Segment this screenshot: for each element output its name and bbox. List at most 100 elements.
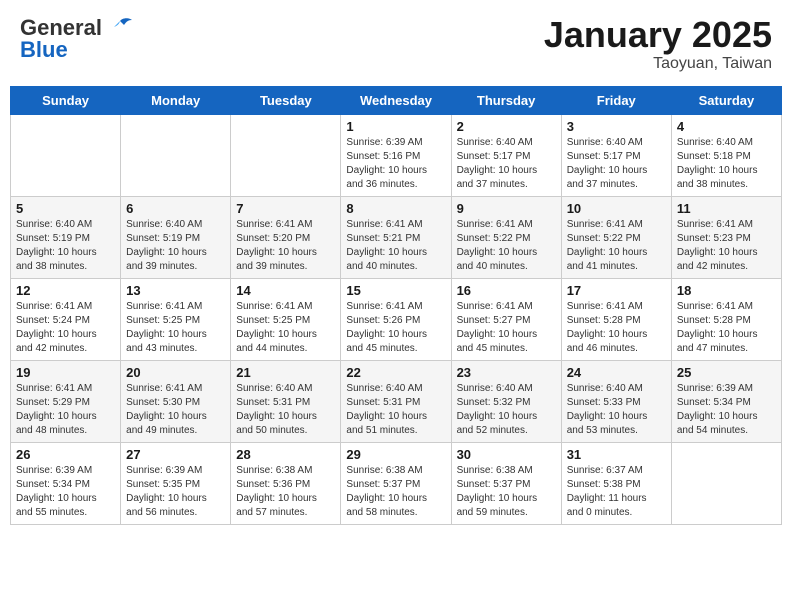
calendar-day-cell [121,114,231,196]
day-number: 31 [567,447,666,462]
logo-blue-text: Blue [20,37,68,63]
calendar-day-cell: 27 Sunrise: 6:39 AM Sunset: 5:35 PM Dayli… [121,442,231,524]
day-number: 7 [236,201,335,216]
day-info: Sunrise: 6:41 AM Sunset: 5:27 PM Dayligh… [457,300,556,356]
day-number: 21 [236,365,335,380]
day-info: Sunrise: 6:38 AM Sunset: 5:37 PM Dayligh… [457,464,556,520]
day-number: 5 [16,201,115,216]
day-number: 14 [236,283,335,298]
day-info: Sunrise: 6:41 AM Sunset: 5:26 PM Dayligh… [346,300,445,356]
day-info: Sunrise: 6:40 AM Sunset: 5:19 PM Dayligh… [16,218,115,274]
calendar-day-cell: 6 Sunrise: 6:40 AM Sunset: 5:19 PM Daylig… [121,196,231,278]
calendar-day-cell: 16Sunrise: 6:41 AM Sunset: 5:27 PM Dayli… [451,278,561,360]
day-info: Sunrise: 6:41 AM Sunset: 5:25 PM Dayligh… [126,300,225,356]
calendar-week-row: 1Sunrise: 6:39 AM Sunset: 5:16 PM Daylig… [11,114,782,196]
day-info: Sunrise: 6:40 AM Sunset: 5:19 PM Dayligh… [126,218,225,274]
day-info: Sunrise: 6:41 AM Sunset: 5:30 PM Dayligh… [126,382,225,438]
weekday-header: Wednesday [341,86,451,114]
day-info: Sunrise: 6:39 AM Sunset: 5:16 PM Dayligh… [346,136,445,192]
calendar-day-cell: 20 Sunrise: 6:41 AM Sunset: 5:30 PM Dayli… [121,360,231,442]
day-info: Sunrise: 6:41 AM Sunset: 5:22 PM Dayligh… [457,218,556,274]
day-info: Sunrise: 6:40 AM Sunset: 5:18 PM Dayligh… [677,136,776,192]
calendar-day-cell: 25 Sunrise: 6:39 AM Sunset: 5:34 PM Dayli… [671,360,781,442]
day-number: 11 [677,201,776,216]
day-info: Sunrise: 6:38 AM Sunset: 5:37 PM Dayligh… [346,464,445,520]
day-number: 10 [567,201,666,216]
day-info: Sunrise: 6:40 AM Sunset: 5:17 PM Dayligh… [457,136,556,192]
day-info: Sunrise: 6:41 AM Sunset: 5:23 PM Dayligh… [677,218,776,274]
day-number: 20 [126,365,225,380]
calendar-day-cell: 21Sunrise: 6:40 AM Sunset: 5:31 PM Dayli… [231,360,341,442]
calendar-day-cell: 3 Sunrise: 6:40 AM Sunset: 5:17 PM Daylig… [561,114,671,196]
day-number: 24 [567,365,666,380]
weekday-header: Monday [121,86,231,114]
logo: General Blue [20,15,134,63]
calendar-day-cell: 29Sunrise: 6:38 AM Sunset: 5:37 PM Dayli… [341,442,451,524]
day-info: Sunrise: 6:41 AM Sunset: 5:25 PM Dayligh… [236,300,335,356]
calendar-day-cell: 11 Sunrise: 6:41 AM Sunset: 5:23 PM Dayli… [671,196,781,278]
weekday-header: Saturday [671,86,781,114]
day-number: 3 [567,119,666,134]
calendar-day-cell: 23Sunrise: 6:40 AM Sunset: 5:32 PM Dayli… [451,360,561,442]
day-number: 26 [16,447,115,462]
day-info: Sunrise: 6:40 AM Sunset: 5:33 PM Dayligh… [567,382,666,438]
calendar-day-cell: 15 Sunrise: 6:41 AM Sunset: 5:26 PM Dayli… [341,278,451,360]
calendar-week-row: 12Sunrise: 6:41 AM Sunset: 5:24 PM Dayli… [11,278,782,360]
calendar-day-cell: 26 Sunrise: 6:39 AM Sunset: 5:34 PM Dayli… [11,442,121,524]
day-info: Sunrise: 6:39 AM Sunset: 5:34 PM Dayligh… [677,382,776,438]
calendar-day-cell: 19Sunrise: 6:41 AM Sunset: 5:29 PM Dayli… [11,360,121,442]
day-info: Sunrise: 6:41 AM Sunset: 5:24 PM Dayligh… [16,300,115,356]
weekday-header: Friday [561,86,671,114]
calendar-day-cell: 9 Sunrise: 6:41 AM Sunset: 5:22 PM Daylig… [451,196,561,278]
calendar-week-row: 5 Sunrise: 6:40 AM Sunset: 5:19 PM Daylig… [11,196,782,278]
calendar-subtitle: Taoyuan, Taiwan [544,55,772,73]
day-info: Sunrise: 6:41 AM Sunset: 5:29 PM Dayligh… [16,382,115,438]
calendar-day-cell: 1Sunrise: 6:39 AM Sunset: 5:16 PM Daylig… [341,114,451,196]
calendar-day-cell: 10 Sunrise: 6:41 AM Sunset: 5:22 PM Dayli… [561,196,671,278]
calendar-day-cell [231,114,341,196]
calendar-day-cell: 24 Sunrise: 6:40 AM Sunset: 5:33 PM Dayli… [561,360,671,442]
day-info: Sunrise: 6:41 AM Sunset: 5:21 PM Dayligh… [346,218,445,274]
day-number: 27 [126,447,225,462]
day-number: 17 [567,283,666,298]
day-number: 18 [677,283,776,298]
weekday-header: Sunday [11,86,121,114]
day-number: 6 [126,201,225,216]
day-number: 28 [236,447,335,462]
day-number: 25 [677,365,776,380]
weekday-header: Tuesday [231,86,341,114]
calendar-week-row: 26 Sunrise: 6:39 AM Sunset: 5:34 PM Dayli… [11,442,782,524]
day-number: 22 [346,365,445,380]
day-info: Sunrise: 6:41 AM Sunset: 5:22 PM Dayligh… [567,218,666,274]
day-info: Sunrise: 6:39 AM Sunset: 5:34 PM Dayligh… [16,464,115,520]
calendar-day-cell: 22 Sunrise: 6:40 AM Sunset: 5:31 PM Dayli… [341,360,451,442]
day-info: Sunrise: 6:41 AM Sunset: 5:28 PM Dayligh… [567,300,666,356]
day-number: 2 [457,119,556,134]
calendar-day-cell [11,114,121,196]
calendar-day-cell: 14 Sunrise: 6:41 AM Sunset: 5:25 PM Dayli… [231,278,341,360]
day-number: 9 [457,201,556,216]
logo-bird-icon [106,17,134,39]
calendar-day-cell: 5 Sunrise: 6:40 AM Sunset: 5:19 PM Daylig… [11,196,121,278]
day-info: Sunrise: 6:40 AM Sunset: 5:17 PM Dayligh… [567,136,666,192]
calendar-day-cell: 17 Sunrise: 6:41 AM Sunset: 5:28 PM Dayli… [561,278,671,360]
day-info: Sunrise: 6:39 AM Sunset: 5:35 PM Dayligh… [126,464,225,520]
day-info: Sunrise: 6:41 AM Sunset: 5:28 PM Dayligh… [677,300,776,356]
calendar-day-cell: 31Sunrise: 6:37 AM Sunset: 5:38 PM Dayli… [561,442,671,524]
day-number: 15 [346,283,445,298]
calendar-day-cell: 4 Sunrise: 6:40 AM Sunset: 5:18 PM Daylig… [671,114,781,196]
calendar-day-cell: 30Sunrise: 6:38 AM Sunset: 5:37 PM Dayli… [451,442,561,524]
day-info: Sunrise: 6:38 AM Sunset: 5:36 PM Dayligh… [236,464,335,520]
calendar-week-row: 19Sunrise: 6:41 AM Sunset: 5:29 PM Dayli… [11,360,782,442]
page-header: General Blue January 2025 Taoyuan, Taiwa… [10,10,782,78]
day-number: 8 [346,201,445,216]
day-info: Sunrise: 6:40 AM Sunset: 5:31 PM Dayligh… [346,382,445,438]
day-number: 4 [677,119,776,134]
calendar-day-cell: 18 Sunrise: 6:41 AM Sunset: 5:28 PM Dayli… [671,278,781,360]
calendar-day-cell: 7 Sunrise: 6:41 AM Sunset: 5:20 PM Daylig… [231,196,341,278]
calendar-day-cell [671,442,781,524]
day-info: Sunrise: 6:41 AM Sunset: 5:20 PM Dayligh… [236,218,335,274]
calendar-table: SundayMondayTuesdayWednesdayThursdayFrid… [10,86,782,525]
day-number: 13 [126,283,225,298]
calendar-day-cell: 13 Sunrise: 6:41 AM Sunset: 5:25 PM Dayli… [121,278,231,360]
